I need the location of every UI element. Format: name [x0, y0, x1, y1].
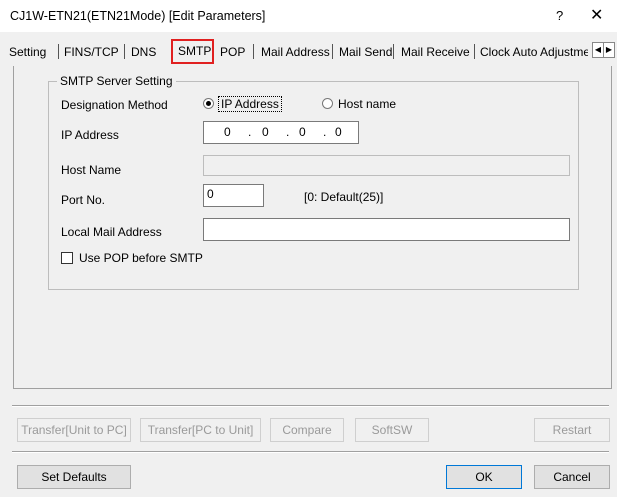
- tab-separator: [474, 44, 475, 59]
- tab-separator: [253, 44, 254, 59]
- tab-mail-address[interactable]: Mail Address: [261, 45, 330, 59]
- group-title: SMTP Server Setting: [60, 74, 173, 88]
- local-mail-input[interactable]: [203, 218, 570, 241]
- ip-dot: .: [323, 125, 327, 139]
- tab-setting[interactable]: Setting: [9, 45, 46, 59]
- tab-scroll: ◀ ▶: [592, 42, 615, 58]
- tab-smtp[interactable]: SMTP: [171, 39, 214, 64]
- host-name-label: Host Name: [61, 163, 122, 177]
- scroll-right-icon[interactable]: ▶: [603, 42, 615, 58]
- tab-smtp-label: SMTP: [178, 44, 212, 58]
- restart-button[interactable]: Restart: [534, 418, 610, 442]
- ip-address-radio-label[interactable]: IP Address: [218, 96, 282, 112]
- ok-button[interactable]: OK: [446, 465, 522, 489]
- ip-dot: .: [286, 125, 290, 139]
- tab-mail-send[interactable]: Mail Send: [339, 45, 392, 59]
- tab-clock-auto-adjust[interactable]: Clock Auto Adjustme: [480, 45, 588, 59]
- separator: [12, 405, 609, 407]
- help-button[interactable]: ?: [556, 8, 563, 23]
- transfer-unit-to-pc-button[interactable]: Transfer[Unit to PC]: [17, 418, 131, 442]
- ip-octet-1[interactable]: 0: [224, 125, 231, 139]
- set-defaults-button[interactable]: Set Defaults: [17, 465, 131, 489]
- softsw-button[interactable]: SoftSW: [355, 418, 429, 442]
- close-icon[interactable]: ✕: [590, 5, 603, 25]
- host-name-input[interactable]: [203, 155, 570, 176]
- ip-dot: .: [248, 125, 252, 139]
- tab-separator: [393, 44, 394, 59]
- cancel-button[interactable]: Cancel: [534, 465, 610, 489]
- ip-address-label: IP Address: [61, 128, 119, 142]
- compare-button[interactable]: Compare: [270, 418, 344, 442]
- local-mail-label: Local Mail Address: [61, 225, 162, 239]
- tab-separator: [124, 44, 125, 59]
- ip-address-radio[interactable]: [203, 98, 214, 109]
- ip-octet-2[interactable]: 0: [262, 125, 269, 139]
- separator: [12, 451, 609, 453]
- ip-octet-4[interactable]: 0: [335, 125, 342, 139]
- tab-mail-receive[interactable]: Mail Receive: [401, 45, 470, 59]
- pop-before-smtp-checkbox[interactable]: [61, 252, 73, 264]
- tab-fins-tcp[interactable]: FINS/TCP: [64, 45, 119, 59]
- tab-strip: Setting FINS/TCP DNS POP Mail Address Ma…: [0, 39, 617, 65]
- port-input[interactable]: 0: [203, 184, 264, 207]
- tab-pop[interactable]: POP: [220, 45, 245, 59]
- tab-dns[interactable]: DNS: [131, 45, 156, 59]
- transfer-pc-to-unit-button[interactable]: Transfer[PC to Unit]: [140, 418, 261, 442]
- port-hint: [0: Default(25)]: [304, 190, 384, 204]
- title-bar: CJ1W-ETN21(ETN21Mode) [Edit Parameters] …: [0, 0, 617, 32]
- tab-separator: [332, 44, 333, 59]
- window-title: CJ1W-ETN21(ETN21Mode) [Edit Parameters]: [10, 9, 266, 23]
- port-label: Port No.: [61, 193, 106, 207]
- ip-address-field[interactable]: 0 . 0 . 0 . 0: [203, 121, 359, 144]
- ip-octet-3[interactable]: 0: [299, 125, 306, 139]
- designation-label: Designation Method: [61, 98, 168, 112]
- host-name-radio[interactable]: [322, 98, 333, 109]
- tab-separator: [58, 44, 59, 59]
- host-name-radio-label[interactable]: Host name: [338, 97, 396, 111]
- pop-before-smtp-label[interactable]: Use POP before SMTP: [79, 251, 203, 265]
